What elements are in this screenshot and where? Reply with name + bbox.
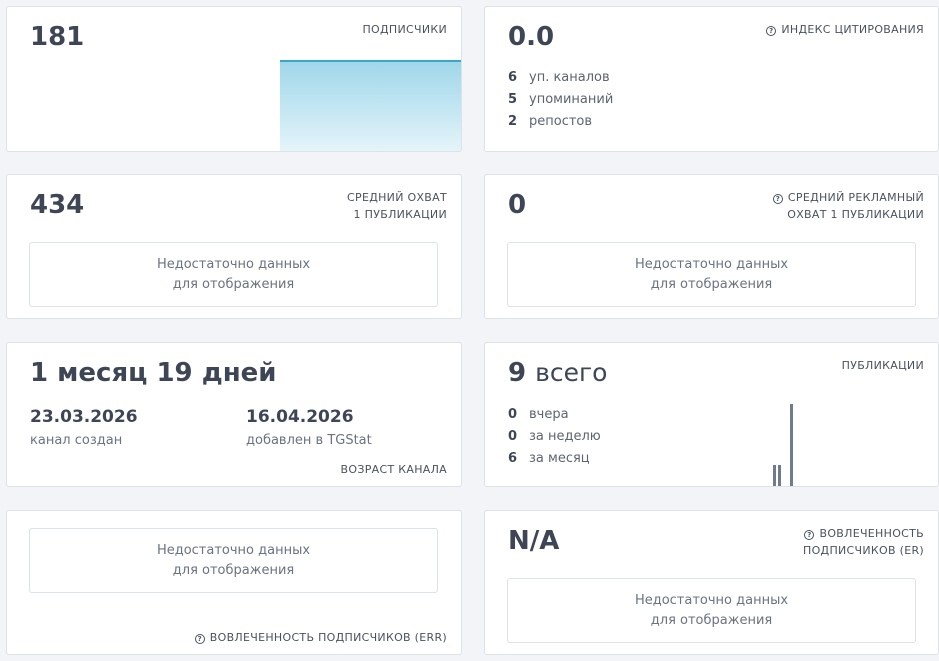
publications-card[interactable]: 9 всего ПУБЛИКАЦИИ 0 вчера 0 за неделю 6 за… bbox=[484, 342, 939, 487]
citation-index-card[interactable]: 0.0 ? ИНДЕКС ЦИТИРОВАНИЯ 6 уп. каналов 5 уп… bbox=[484, 6, 939, 152]
added-caption: добавлен в TGStat bbox=[246, 433, 372, 448]
err-no-data: Недостаточно данных для отображения bbox=[29, 528, 438, 593]
avg-reach-value: 434 bbox=[30, 190, 85, 220]
citation-stat-row: 2 репостов bbox=[508, 114, 593, 129]
created-caption: канал создан bbox=[30, 433, 123, 448]
publications-stat-row: 0 за неделю bbox=[508, 429, 601, 444]
help-icon[interactable]: ? bbox=[194, 634, 205, 644]
added-date: 16.04.2026 bbox=[246, 407, 354, 427]
err-card[interactable]: Недостаточно данных для отображения ? ВОВ… bbox=[6, 510, 462, 655]
ad-reach-label[interactable]: ? СРЕДНИЙ РЕКЛАМНЫЙ ОХВАТ 1 ПУБЛИКАЦИИ bbox=[772, 189, 924, 223]
er-no-data: Недостаточно данных для отображения bbox=[507, 578, 916, 643]
subscribers-area bbox=[280, 61, 461, 151]
citation-stat-row: 5 упоминаний bbox=[508, 92, 614, 107]
help-icon[interactable]: ? bbox=[772, 194, 783, 204]
subscribers-card[interactable]: 181 ПОДПИСЧИКИ bbox=[6, 6, 462, 152]
avg-reach-card[interactable]: 434 СРЕДНИЙ ОХВАТ 1 ПУБЛИКАЦИИ Недостато… bbox=[6, 174, 462, 319]
citation-index-label[interactable]: ? ИНДЕКС ЦИТИРОВАНИЯ bbox=[766, 21, 924, 38]
publications-value: 9 всего bbox=[508, 358, 608, 388]
publications-stat-row: 0 вчера bbox=[508, 407, 569, 422]
avg-reach-label: СРЕДНИЙ ОХВАТ 1 ПУБЛИКАЦИИ bbox=[347, 191, 447, 221]
publications-stat-row: 6 за месяц bbox=[508, 451, 590, 466]
publications-bar bbox=[778, 465, 781, 486]
subscribers-label: ПОДПИСЧИКИ bbox=[362, 23, 447, 36]
avg-reach-no-data: Недостаточно данных для отображения bbox=[29, 242, 438, 307]
help-icon[interactable]: ? bbox=[804, 530, 815, 540]
subscribers-sparkline bbox=[280, 60, 461, 151]
ad-reach-card[interactable]: 0 ? СРЕДНИЙ РЕКЛАМНЫЙ ОХВАТ 1 ПУБЛИКАЦИИ … bbox=[484, 174, 939, 319]
subscribers-value: 181 bbox=[30, 22, 85, 52]
err-label[interactable]: ? ВОВЛЕЧЕННОСТЬ ПОДПИСЧИКОВ (ERR) bbox=[194, 629, 447, 646]
publications-bar-chart bbox=[773, 404, 793, 486]
publications-label: ПУБЛИКАЦИИ bbox=[841, 359, 924, 372]
publications-stats: 0 вчера 0 за неделю 6 за месяц bbox=[508, 404, 601, 470]
er-label[interactable]: ? ВОВЛЕЧЕННОСТЬ ПОДПИСЧИКОВ (ER) bbox=[803, 525, 924, 559]
er-value: N/A bbox=[508, 526, 560, 556]
channel-age-label: ВОЗРАСТ КАНАЛА bbox=[340, 463, 447, 476]
citation-index-value: 0.0 bbox=[508, 22, 555, 52]
created-date: 23.03.2026 bbox=[30, 407, 138, 427]
channel-age-value: 1 месяц 19 дней bbox=[30, 358, 277, 388]
publications-bar bbox=[773, 465, 776, 486]
channel-age-card[interactable]: 1 месяц 19 дней 23.03.2026 канал создан … bbox=[6, 342, 462, 487]
help-icon[interactable]: ? bbox=[766, 26, 777, 36]
citation-stats: 6 уп. каналов 5 упоминаний 2 репостов bbox=[508, 67, 613, 133]
publications-bar bbox=[790, 404, 793, 486]
ad-reach-no-data: Недостаточно данных для отображения bbox=[507, 242, 916, 307]
ad-reach-value: 0 bbox=[508, 190, 527, 220]
er-card[interactable]: N/A ? ВОВЛЕЧЕННОСТЬ ПОДПИСЧИКОВ (ER) Недо… bbox=[484, 510, 939, 655]
citation-stat-row: 6 уп. каналов bbox=[508, 70, 610, 85]
